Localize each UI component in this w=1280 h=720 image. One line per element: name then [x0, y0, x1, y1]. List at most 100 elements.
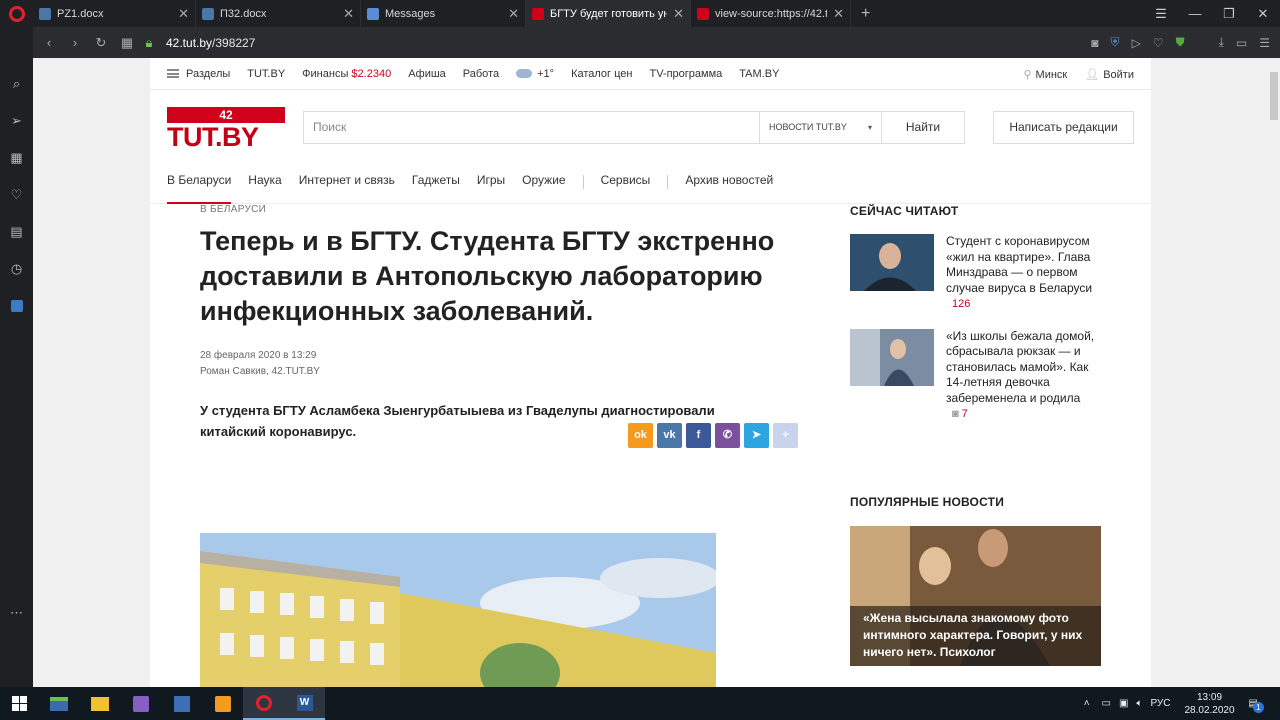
odnoklassniki-icon[interactable]: ok — [628, 423, 653, 448]
visual-studio-icon[interactable] — [120, 687, 161, 720]
topnav-tutby[interactable]: TUT.BY — [247, 68, 285, 80]
secure-lock-icon[interactable]: 🔒︎ — [140, 35, 158, 51]
topnav-right: ⚲ Минск 👤︎ Войти — [1023, 58, 1134, 90]
viber-icon[interactable]: ✆ — [715, 423, 740, 448]
topnav-catalog[interactable]: Каталог цен — [571, 68, 632, 80]
search-input[interactable]: Поиск — [304, 112, 759, 143]
article-category[interactable]: В БЕЛАРУСИ — [200, 204, 810, 215]
city-selector[interactable]: ⚲ Минск — [1023, 68, 1067, 81]
bookmarks-heart-icon[interactable]: ♡ — [0, 176, 33, 213]
camera-icon[interactable]: ◙ — [1091, 36, 1098, 50]
secnav-archive[interactable]: Архив новостей — [685, 162, 773, 204]
portal-topnav: Разделы TUT.BY Финансы $2.2340 Афиша Раб… — [150, 58, 1151, 90]
new-tab-plus-icon[interactable]: + — [851, 5, 880, 23]
clock[interactable]: 13:09 28.02.2020 — [1184, 691, 1234, 717]
tab-messages[interactable]: Messages ✕ — [361, 0, 526, 27]
write-editors-button[interactable]: Написать редакции — [993, 111, 1134, 144]
reading-item[interactable]: «Из школы бежала домой, сбрасывала рюкза… — [850, 328, 1101, 423]
sections-menu[interactable]: Разделы — [167, 68, 230, 80]
tab-pz1[interactable]: PZ1.docx ✕ — [33, 0, 196, 27]
close-tab-icon[interactable]: ✕ — [178, 6, 189, 22]
photo-count: 7 — [961, 408, 968, 420]
battery-tray-icon[interactable]: ▭ — [1102, 698, 1111, 709]
windows-logo — [11, 696, 27, 711]
opera-menu-icon[interactable] — [0, 0, 33, 27]
topnav-tamby[interactable]: TAM.BY — [739, 68, 779, 80]
back-arrow-icon[interactable]: ‹ — [36, 35, 62, 50]
search-button[interactable]: Найти — [881, 112, 964, 143]
secnav-services[interactable]: Сервисы — [601, 162, 651, 204]
volume-icon[interactable]: 🔈︎ — [1136, 698, 1142, 709]
url-field[interactable]: 42.tut.by/398227 — [166, 36, 255, 50]
close-tab-icon[interactable]: ✕ — [833, 6, 844, 22]
file-explorer-icon[interactable] — [79, 687, 120, 720]
secnav-gadgets[interactable]: Гаджеты — [412, 162, 460, 204]
site-header: 42 TUT.BY Поиск НОВОСТИ TUT.BY Найти Нап… — [150, 90, 1151, 162]
forward-arrow-icon[interactable]: › — [62, 35, 88, 50]
tab-p32[interactable]: П32.docx ✕ — [196, 0, 361, 27]
vk-icon[interactable]: vk — [657, 423, 682, 448]
heart-icon[interactable]: ♡ — [1153, 36, 1164, 50]
flow-send-icon[interactable]: ➢ — [0, 102, 33, 139]
tutby-page: Разделы TUT.BY Финансы $2.2340 Афиша Раб… — [150, 58, 1151, 687]
reading-item[interactable]: Студент с коронавирусом «жил на квартире… — [850, 234, 1101, 313]
login-link[interactable]: 👤︎ Войти — [1085, 68, 1134, 81]
save-app-icon[interactable] — [161, 687, 202, 720]
minimize-icon[interactable]: — — [1178, 6, 1212, 21]
address-bar: ‹ › ↻ ▦ 🔒︎ 42.tut.by/398227 ◙ ⛨ ▷ ♡ ⛊ ⤓ … — [33, 27, 1280, 58]
facebook-icon[interactable]: f — [686, 423, 711, 448]
close-tab-icon[interactable]: ✕ — [343, 6, 354, 22]
easy-setup-icon[interactable]: ☰ — [1259, 36, 1270, 50]
site-logo[interactable]: 42 TUT.BY — [167, 107, 285, 152]
tray-chevron-icon[interactable]: ˄ — [1084, 698, 1090, 709]
topnav-tv[interactable]: TV-программа — [649, 68, 722, 80]
vpn-shield-icon[interactable]: ⛨ — [1111, 35, 1120, 50]
topnav-finance[interactable]: Финансы $2.2340 — [302, 68, 391, 80]
tab-view-source[interactable]: view-source:https://42.tut.b ✕ — [691, 0, 851, 27]
word-taskbar-icon[interactable]: W — [284, 687, 325, 720]
news-icon[interactable]: ▤ — [0, 213, 33, 250]
popular-news-card[interactable]: «Жена высылала знакомому фото интимного … — [850, 525, 1101, 666]
close-window-icon[interactable]: ✕ — [1246, 6, 1280, 22]
windows-start-icon[interactable] — [0, 687, 38, 720]
tab-label: Messages — [385, 7, 436, 20]
restore-icon[interactable]: ❐ — [1212, 6, 1246, 22]
extension-icon[interactable] — [0, 287, 33, 324]
secnav-weapons[interactable]: Оружие — [522, 162, 565, 204]
network-icon[interactable]: ▣ — [1119, 698, 1128, 709]
close-tab-icon[interactable]: ✕ — [508, 6, 519, 22]
secnav-belarus[interactable]: В Беларуси — [167, 162, 232, 204]
secnav-internet[interactable]: Интернет и связь — [299, 162, 395, 204]
tab-menu-icon[interactable]: ☰ — [1144, 6, 1178, 22]
search-scope-select[interactable]: НОВОСТИ TUT.BY — [759, 112, 881, 143]
language-indicator[interactable]: РУС — [1150, 698, 1170, 709]
topnav-rabota[interactable]: Работа — [463, 68, 499, 80]
secnav-games[interactable]: Игры — [477, 162, 505, 204]
adblock-shield-icon[interactable]: ⛊ — [1176, 35, 1185, 50]
sublime-text-icon[interactable] — [202, 687, 243, 720]
history-clock-icon[interactable]: ◷ — [0, 250, 33, 287]
download-icon[interactable]: ⤓ — [1219, 35, 1224, 50]
telegram-icon[interactable]: ➤ — [744, 423, 769, 448]
secnav-science[interactable]: Наука — [248, 162, 281, 204]
opera-taskbar-icon[interactable] — [243, 687, 284, 720]
send-icon[interactable]: ▷ — [1132, 36, 1141, 50]
window-controls: ☰ — ❐ ✕ — [1144, 0, 1280, 27]
reload-icon[interactable]: ↻ — [88, 35, 114, 51]
more-dots-icon[interactable]: ⋯ — [0, 594, 33, 631]
tabs-grid-icon[interactable]: ▦ — [114, 35, 140, 51]
search-icon[interactable]: ⌕ — [0, 65, 33, 102]
scrollbar-thumb[interactable] — [1270, 72, 1278, 120]
topnav-weather[interactable]: +1° — [516, 68, 554, 80]
close-tab-icon[interactable]: ✕ — [673, 6, 684, 22]
notification-icon[interactable]: ▤1 — [1249, 698, 1264, 713]
topnav-afisha[interactable]: Афиша — [408, 68, 446, 80]
media-app-icon[interactable] — [38, 687, 79, 720]
more-share-plus-icon[interactable]: + — [773, 423, 798, 448]
reading-headline: «Из школы бежала домой, сбрасывала рюкза… — [946, 328, 1095, 405]
speed-dial-icon[interactable]: ▦ — [0, 139, 33, 176]
tab-bgtu-active[interactable]: БГТУ будет готовить униве ✕ — [526, 0, 691, 27]
battery-icon[interactable]: ▭ — [1236, 36, 1247, 50]
page-scrollbar[interactable] — [1268, 58, 1280, 687]
